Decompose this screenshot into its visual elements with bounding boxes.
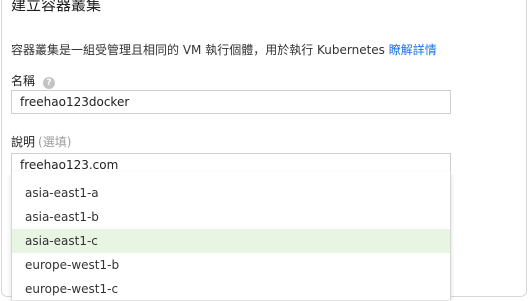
learn-more-link[interactable]: 瞭解詳情	[389, 43, 437, 57]
dialog-description: 容器叢集是一組受管理且相同的 VM 執行個體，用於執行 Kubernetes 瞭…	[11, 41, 437, 58]
name-label-row: 名稱?	[11, 72, 56, 89]
zone-dropdown-menu[interactable]: asia-east1-a asia-east1-b asia-east1-c e…	[11, 172, 451, 300]
dialog-title: 建立容器叢集	[11, 0, 102, 14]
zone-option[interactable]: europe-west1-c	[12, 277, 450, 301]
description-text: 容器叢集是一組受管理且相同的 VM 執行個體，用於執行 Kubernetes	[11, 43, 385, 57]
description-label-row: 說明 (選填)	[11, 133, 71, 150]
description-label: 說明	[11, 135, 36, 149]
name-label: 名稱	[11, 74, 36, 88]
question-icon[interactable]: ?	[43, 77, 56, 89]
zone-option[interactable]: asia-east1-a	[12, 181, 450, 205]
zone-option[interactable]: europe-west1-b	[12, 253, 450, 277]
zone-option[interactable]: asia-east1-b	[12, 205, 450, 229]
name-input[interactable]: freehao123docker	[11, 90, 451, 114]
zone-option-selected[interactable]: asia-east1-c	[12, 229, 450, 253]
optional-hint: (選填)	[38, 135, 72, 149]
